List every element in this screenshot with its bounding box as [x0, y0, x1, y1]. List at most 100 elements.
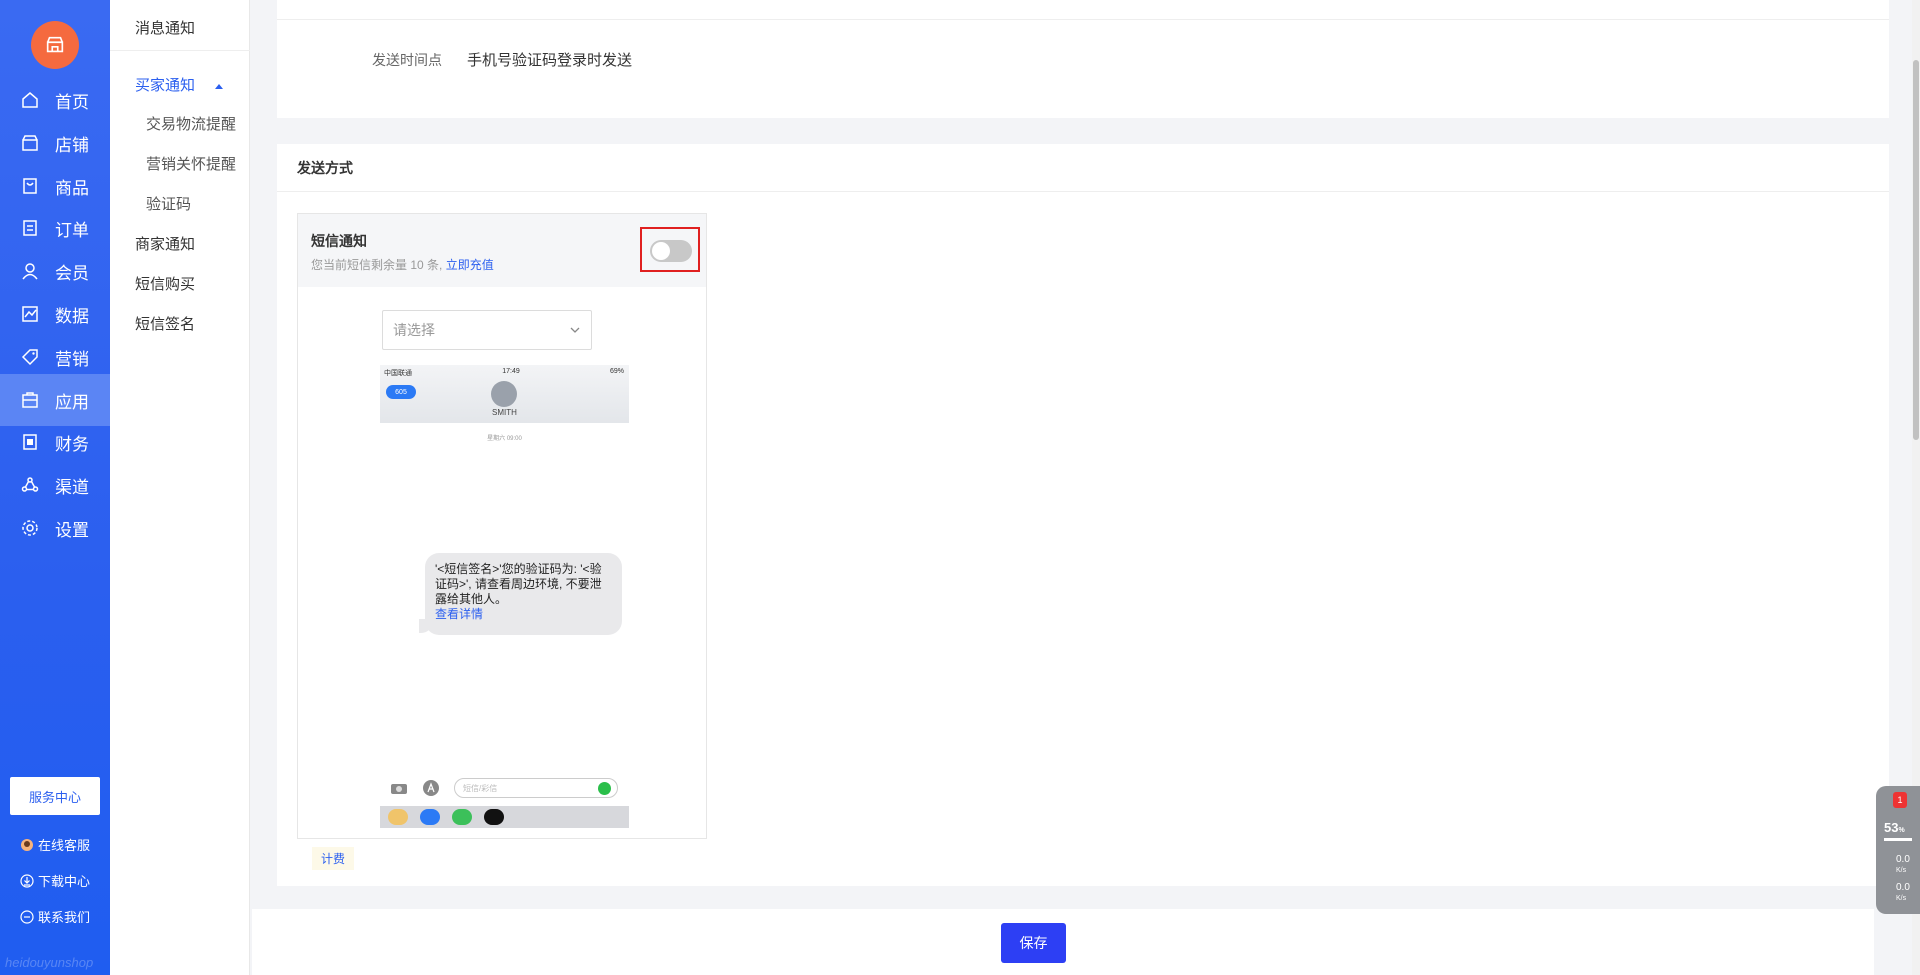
online-support-label: 在线客服	[38, 838, 91, 853]
photos-icon	[388, 809, 408, 825]
download-center-link[interactable]: 下载中心	[20, 871, 90, 890]
contact-us-label: 联系我们	[38, 910, 91, 925]
store-logo[interactable]	[31, 21, 79, 69]
phone-message-input: 短信/彩信	[454, 778, 618, 798]
nav-label-member: 会员	[55, 263, 89, 283]
watermark: heidouyunshop	[5, 955, 94, 970]
finance-icon	[21, 433, 39, 451]
sms-channel-title: 短信通知	[311, 233, 367, 249]
phone-time: 17:49	[502, 368, 520, 375]
store-icon	[21, 134, 39, 152]
sms-preview-link: 查看详情	[435, 607, 484, 621]
sms-remaining-text: 您当前短信剩余量 10 条,	[311, 258, 443, 272]
nav-label-finance: 财务	[55, 434, 89, 454]
subnav-item-sms-signature[interactable]: 短信签名	[135, 313, 195, 334]
subnav-item-buyer-label: 买家通知	[135, 77, 196, 94]
subnav-child-verification-code[interactable]: 验证码	[146, 193, 191, 214]
send-method-card: 发送方式 短信通知 您当前短信剩余量 10 条, 立即充值 请选择 中国联通 1…	[277, 144, 1889, 886]
appstore-app-icon	[420, 809, 440, 825]
nav-label-settings: 设置	[55, 520, 89, 540]
nav-label-data: 数据	[55, 306, 89, 326]
shield-badge-icon: 1	[1893, 792, 1907, 808]
nav-label-channel: 渠道	[55, 477, 89, 497]
online-support-link[interactable]: 在线客服	[20, 835, 90, 854]
phone-input-row: 短信/彩信	[380, 774, 629, 802]
sms-remaining: 您当前短信剩余量 10 条, 立即充值	[311, 256, 494, 273]
phone-status-bar: 中国联通 17:49 69%	[384, 368, 624, 377]
template-select[interactable]: 请选择	[382, 310, 592, 350]
phone-preview-footer: 短信/彩信	[380, 774, 629, 829]
subnav-child-marketing-care[interactable]: 营销关怀提醒	[146, 153, 236, 174]
contact-avatar-icon	[491, 381, 517, 407]
subnav-title[interactable]: 消息通知	[135, 17, 195, 38]
fee-link[interactable]: 计费	[312, 847, 355, 870]
phone-contact-name: SMITH	[492, 408, 517, 417]
service-center-button[interactable]: 服务中心	[10, 777, 100, 815]
download-center-label: 下载中心	[38, 874, 91, 889]
phone-message-timestamp: 星期六 09:00	[487, 436, 522, 442]
nav-label-home: 首页	[55, 92, 89, 112]
user-icon	[21, 262, 39, 280]
nav-label-order: 订单	[55, 220, 89, 240]
card-header-divider	[277, 19, 1889, 20]
sms-enable-toggle[interactable]	[650, 240, 692, 262]
chart-icon	[21, 305, 39, 323]
widget-download-unit: K/s	[1896, 895, 1907, 902]
recharge-link[interactable]: 立即充值	[446, 258, 494, 272]
caret-up-icon	[215, 83, 224, 89]
nav-label-product: 商品	[55, 178, 89, 198]
phone-app-strip	[380, 806, 629, 828]
app-icon	[21, 391, 39, 409]
widget-usage-bar	[1884, 838, 1912, 841]
widget-upload-unit: K/s	[1896, 867, 1907, 874]
widget-upload-speed: 0.0	[1896, 854, 1910, 865]
trigger-card: 发送时间点 手机号验证码登录时发送	[277, 0, 1889, 118]
back-badge-count: 605	[395, 388, 407, 396]
subnav-child-logistics[interactable]: 交易物流提醒	[146, 113, 236, 134]
widget-percent: 53%	[1884, 820, 1905, 835]
phone-carrier: 中国联通	[384, 370, 412, 377]
send-method-title: 发送方式	[297, 160, 353, 176]
contact-us-link[interactable]: 联系我们	[20, 907, 90, 926]
primary-sidebar: 首页 店铺 商品 订单 会员 数据 营销 应用 财务 渠道 设置 服务中心 在线…	[0, 0, 110, 975]
send-arrow-icon	[598, 782, 611, 795]
support-avatar-icon	[20, 838, 34, 852]
subnav-item-merchant[interactable]: 商家通知	[135, 233, 195, 254]
tag-icon	[21, 348, 39, 366]
shop-logo-icon	[46, 36, 64, 53]
phone-back-badge: 605	[386, 385, 416, 399]
phone-input-placeholder: 短信/彩信	[463, 783, 498, 793]
camera-icon	[391, 784, 407, 794]
toggle-highlight	[640, 227, 700, 272]
widget-percent-unit: %	[1898, 827, 1905, 834]
secondary-sidebar: 消息通知 买家通知 交易物流提醒 营销关怀提醒 验证码 商家通知 短信购买 短信…	[110, 0, 250, 975]
template-select-placeholder: 请选择	[393, 322, 435, 338]
phone-preview-header: 中国联通 17:49 69% 605 SMITH	[380, 365, 629, 423]
subnav-item-buyer[interactable]: 买家通知	[135, 74, 224, 95]
save-button[interactable]: 保存	[1001, 923, 1066, 963]
phone-battery: 69%	[609, 368, 624, 375]
nav-label-marketing: 营销	[55, 349, 89, 369]
appstore-icon	[423, 780, 439, 796]
applepay-icon	[452, 809, 472, 825]
download-icon	[20, 873, 34, 888]
channel-icon	[21, 476, 39, 494]
subnav-item-sms-purchase[interactable]: 短信购买	[135, 273, 195, 294]
sms-channel-header: 短信通知 您当前短信剩余量 10 条, 立即充值	[298, 214, 706, 287]
sms-preview-bubble: '<短信签名>'您的验证码为: '<验证码>', 请查看周边环境, 不要泄露给其…	[425, 553, 622, 635]
widget-percent-value: 53	[1884, 820, 1899, 835]
home-icon	[21, 91, 39, 109]
chat-icon	[20, 909, 34, 924]
card-header-divider	[277, 191, 1889, 192]
widget-badge-count: 1	[1897, 795, 1903, 805]
send-time-label: 发送时间点	[372, 52, 442, 68]
product-icon	[21, 177, 39, 195]
subnav-divider	[110, 50, 250, 51]
network-speed-widget[interactable]: 1 53% 0.0 K/s 0.0 K/s	[1876, 786, 1920, 914]
scrollbar-thumb[interactable]	[1913, 60, 1919, 440]
send-time-value: 手机号验证码登录时发送	[467, 52, 633, 69]
gear-icon	[21, 519, 39, 537]
nav-item-settings[interactable]: 设置	[0, 502, 110, 554]
footer-bar: 保存	[252, 909, 1874, 975]
order-icon	[21, 219, 39, 237]
